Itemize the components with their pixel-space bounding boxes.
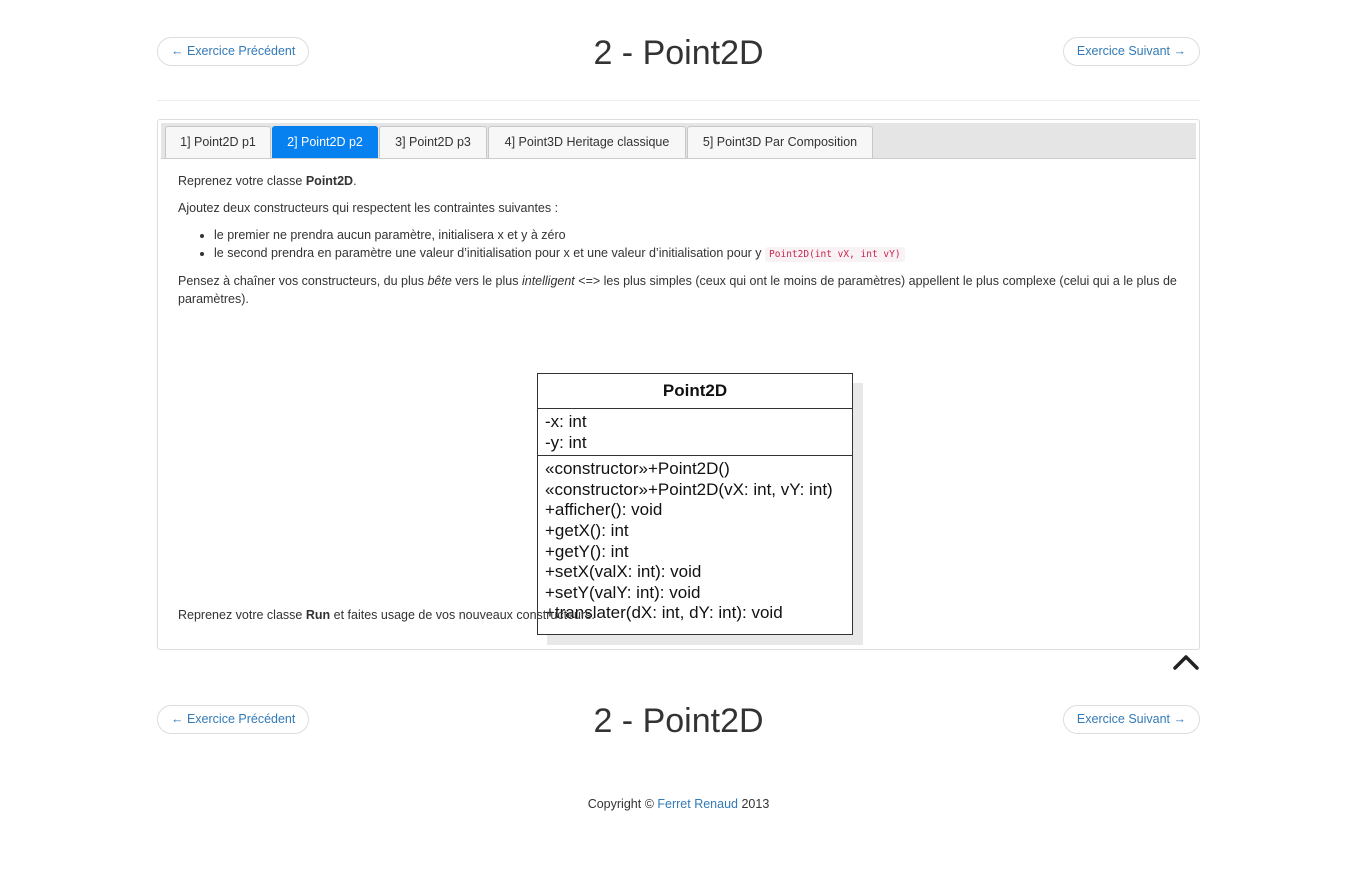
chaining-paragraph: Pensez à chaîner vos constructeurs, du p…	[178, 274, 1177, 306]
tab-bar: 1] Point2D p1 2] Point2D p2 3] Point2D p…	[161, 123, 1196, 159]
page-title: 2 - Point2D	[593, 34, 764, 72]
uml-attributes: -x: int -y: int	[538, 409, 852, 457]
next-exercise-button-bottom[interactable]: Exercice Suivant →	[1062, 705, 1200, 734]
constraints-list: le premier ne prendra aucun paramètre, i…	[178, 226, 1174, 264]
tab-point2d-p3[interactable]: 3] Point2D p3	[379, 126, 487, 158]
back-to-top-button[interactable]	[1172, 650, 1200, 674]
tab-point2d-p1[interactable]: 1] Point2D p1	[165, 126, 271, 158]
class-name-run: Run	[305, 608, 331, 622]
uml-attribute: -y: int	[545, 432, 587, 452]
exercise-panel: 1] Point2D p1 2] Point2D p2 3] Point2D p…	[157, 119, 1200, 650]
uml-methods: «constructor»+Point2D() «constructor»+Po…	[538, 456, 852, 624]
uml-method: +afficher(): void	[545, 500, 663, 520]
uml-attribute: -x: int	[545, 412, 587, 431]
class-name-point2d: Point2D	[305, 174, 354, 188]
footer: Copyright © Ferret Renaud 2013	[587, 797, 770, 811]
tab-point2d-p2[interactable]: 2] Point2D p2	[272, 126, 378, 158]
page-title-bottom: 2 - Point2D	[593, 702, 764, 740]
uml-method: +setX(valX: int): void	[545, 562, 702, 582]
divider	[157, 100, 1200, 101]
uml-method: +getY(): int	[545, 541, 629, 561]
run-paragraph: Reprenez votre classe Run et faites usag…	[178, 608, 595, 622]
uml-method: «constructor»+Point2D()	[545, 459, 730, 479]
next-exercise-button[interactable]: Exercice Suivant →	[1062, 37, 1200, 66]
constructor-signature-code: Point2D(int vX, int vY)	[765, 247, 905, 262]
uml-class-name: Point2D	[538, 374, 852, 409]
tab-point3d-composition[interactable]: 5] Point3D Par Composition	[687, 126, 873, 158]
uml-method: «constructor»+Point2D(vX: int, vY: int)	[545, 479, 833, 499]
top-pager: ← Exercice Précédent 2 - Point2D Exercic…	[157, 34, 1200, 72]
uml-class-diagram: Point2D -x: int -y: int «constructor»+Po…	[537, 373, 853, 635]
copyright-icon: ©	[644, 797, 654, 811]
constructors-paragraph: Ajoutez deux constructeurs qui respecten…	[178, 201, 559, 215]
uml-method: +getX(): int	[545, 520, 629, 540]
list-item: le premier ne prendra aucun paramètre, i…	[214, 226, 1174, 244]
chevron-up-icon	[1173, 655, 1199, 670]
uml-method: +setY(valY: int): void	[545, 582, 701, 602]
tab-point3d-heritage[interactable]: 4] Point3D Heritage classique	[488, 126, 686, 158]
author-link[interactable]: Ferret Renaud	[657, 797, 738, 811]
list-item: le second prendra en paramètre une valeu…	[214, 244, 1174, 264]
bottom-pager: ← Exercice Précédent 2 - Point2D Exercic…	[157, 702, 1200, 740]
intro-paragraph: Reprenez votre classe Point2D.	[178, 174, 357, 188]
